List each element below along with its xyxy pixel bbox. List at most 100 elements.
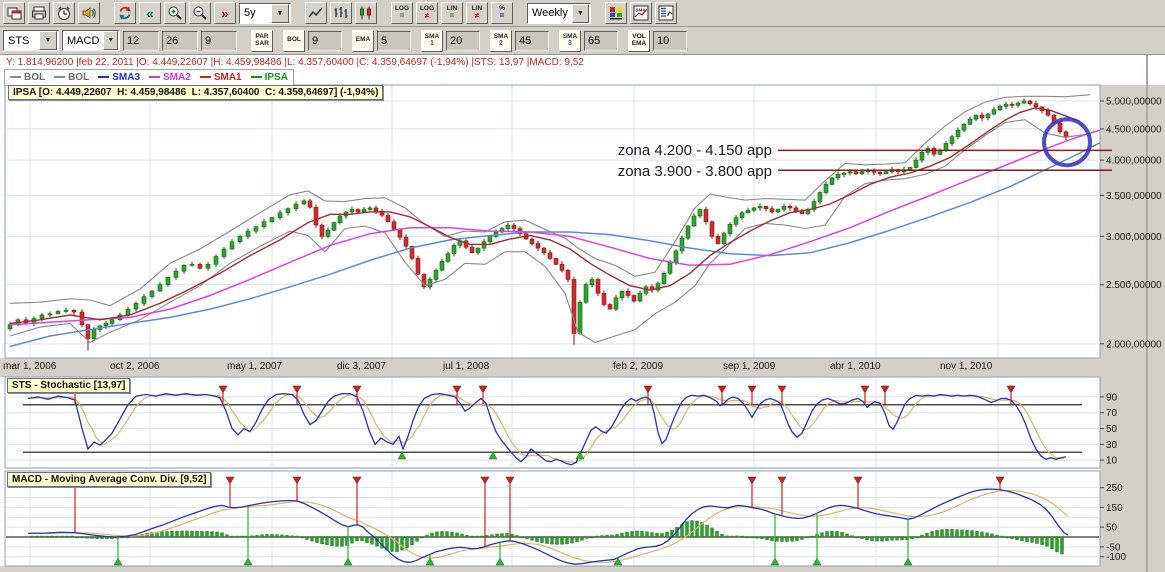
macd-histogram-bar [460, 533, 464, 538]
candle-body [589, 279, 595, 285]
candle-body [1021, 100, 1027, 104]
candle-body [913, 159, 919, 168]
sma2-input[interactable]: 45 [515, 30, 549, 51]
volema-toggle-button[interactable]: VOL EMA [628, 29, 650, 52]
candle-body [859, 171, 865, 175]
sma2-toggle-button[interactable]: SMA 2 [490, 29, 512, 52]
macd-histogram-bar [720, 533, 724, 538]
macd-param-input-0[interactable]: 12 [123, 30, 159, 51]
candle-body [245, 230, 251, 237]
percent-button[interactable]: % = [491, 2, 513, 24]
sma1-input[interactable]: 20 [446, 30, 480, 51]
candle-body [991, 109, 997, 115]
macd-histogram-bar [435, 531, 439, 538]
macd-histogram-bar [1040, 536, 1044, 545]
ohlc-chart-button[interactable] [330, 2, 352, 24]
log-equal-button[interactable]: LOG = [391, 2, 413, 24]
candle-body [55, 311, 61, 315]
macd-histogram-bar [55, 535, 59, 538]
macd-param-input-2[interactable]: 9 [201, 30, 237, 51]
main-toolbar: « » 5y ▼ LOG = LOG ≠ LIN = LIN ≠% = Weekly ▼ SMA [0, 0, 1165, 27]
indicator-settings-icon: SMA [633, 5, 649, 21]
candle-body [349, 209, 355, 213]
log-notequal-label: LOG ≠ [419, 5, 435, 20]
candle-body [691, 215, 697, 227]
indicator1-select[interactable]: STS ▼ [3, 30, 59, 51]
macd-histogram-bar [400, 536, 404, 551]
macd-histogram-bar [795, 536, 799, 541]
indicator1-select-dropdown-arrow[interactable]: ▼ [39, 31, 57, 50]
candle-body [559, 263, 565, 271]
indicator-settings-button[interactable]: SMA [630, 2, 652, 24]
period-select[interactable]: 5y ▼ [239, 2, 291, 24]
macd-histogram-bar [340, 536, 344, 547]
macd-histogram-bar [585, 536, 589, 539]
indicator2-select[interactable]: MACD ▼ [62, 30, 120, 51]
macd-histogram-bar [1000, 535, 1004, 538]
macd-histogram-bar [1010, 536, 1014, 539]
macd-histogram-bar [970, 530, 974, 538]
candlestick-chart-button[interactable] [355, 2, 377, 24]
layout-button[interactable] [655, 2, 677, 24]
macd-histogram-bar [205, 531, 209, 538]
bol-toggle-button[interactable]: BOL [283, 29, 305, 52]
frequency-select[interactable]: Weekly ▼ [527, 2, 591, 24]
sound-button[interactable] [78, 2, 100, 24]
alarm-button[interactable] [53, 2, 75, 24]
macd-histogram-bar [715, 531, 719, 538]
candle-body [433, 269, 439, 280]
macd-histogram-bar [980, 531, 984, 538]
candle-body [985, 113, 991, 119]
candle-body [601, 293, 607, 305]
print-button[interactable] [28, 2, 50, 24]
candle-body [835, 174, 841, 179]
macd-histogram-bar [65, 535, 69, 538]
macd-histogram-bar [745, 536, 749, 539]
period-select-dropdown-arrow[interactable]: ▼ [271, 3, 289, 23]
macd-param-input-1[interactable]: 26 [162, 30, 198, 51]
sma3-toggle-button[interactable]: SMA 3 [559, 29, 581, 52]
macd-histogram-bar [655, 533, 659, 538]
parsar-toggle-button[interactable]: PAR SAR [251, 29, 273, 52]
series-legend: BOL BOL SMA3 SMA2 SMA1 IPSA [4, 69, 294, 86]
indicator2-select-dropdown-arrow[interactable]: ▼ [103, 31, 118, 50]
macd-histogram-bar [210, 531, 214, 538]
zoom-in-button[interactable] [164, 2, 186, 24]
bol-input[interactable]: 9 [308, 30, 342, 51]
macd-histogram-bar [125, 536, 129, 539]
sts-plot[interactable] [4, 376, 1101, 469]
macd-histogram-bar [280, 534, 284, 538]
refresh-button[interactable] [114, 2, 136, 24]
volema-input[interactable]: 10 [653, 30, 687, 51]
export-chart-button[interactable] [3, 2, 25, 24]
indicator2-select-value: MACD [67, 34, 100, 47]
sma1-toggle-button[interactable]: SMA 1 [421, 29, 443, 52]
indicator-toolbar: STS ▼ MACD ▼ 12 26 9 PAR SAR BOL 9 EMA 5 SMA 1 20 SMA 2 45… [0, 27, 1165, 55]
lin-equal-button[interactable]: LIN = [441, 2, 463, 24]
colors-button[interactable] [605, 2, 627, 24]
macd-histogram-bar [965, 529, 969, 538]
macd-histogram-bar [270, 534, 274, 538]
legend-item-sma3: SMA3 [98, 72, 140, 83]
log-equal-label: LOG = [394, 5, 410, 20]
sma3-input[interactable]: 65 [584, 30, 618, 51]
candle-body [269, 217, 275, 223]
frequency-select-dropdown-arrow[interactable]: ▼ [571, 3, 589, 23]
ema-toggle-button[interactable]: EMA [352, 29, 374, 52]
fast-forward-button[interactable]: » [214, 2, 236, 24]
candle-body [91, 329, 97, 339]
log-notequal-button[interactable]: LOG ≠ [416, 2, 438, 24]
lin-notequal-button[interactable]: LIN ≠ [466, 2, 488, 24]
candle-body [157, 284, 163, 292]
macd-histogram-bar [180, 530, 184, 538]
ema-input[interactable]: 5 [377, 30, 411, 51]
fast-back-button[interactable]: « [139, 2, 161, 24]
macd-histogram-bar [620, 533, 624, 538]
macd-histogram-bar [410, 536, 414, 546]
macd-histogram-bar [265, 534, 269, 538]
zoom-out-button[interactable] [189, 2, 211, 24]
macd-histogram-bar [570, 536, 574, 544]
legend-label: IPSA [264, 72, 288, 83]
line-chart-button[interactable] [305, 2, 327, 24]
legend-label: BOL [24, 72, 46, 83]
